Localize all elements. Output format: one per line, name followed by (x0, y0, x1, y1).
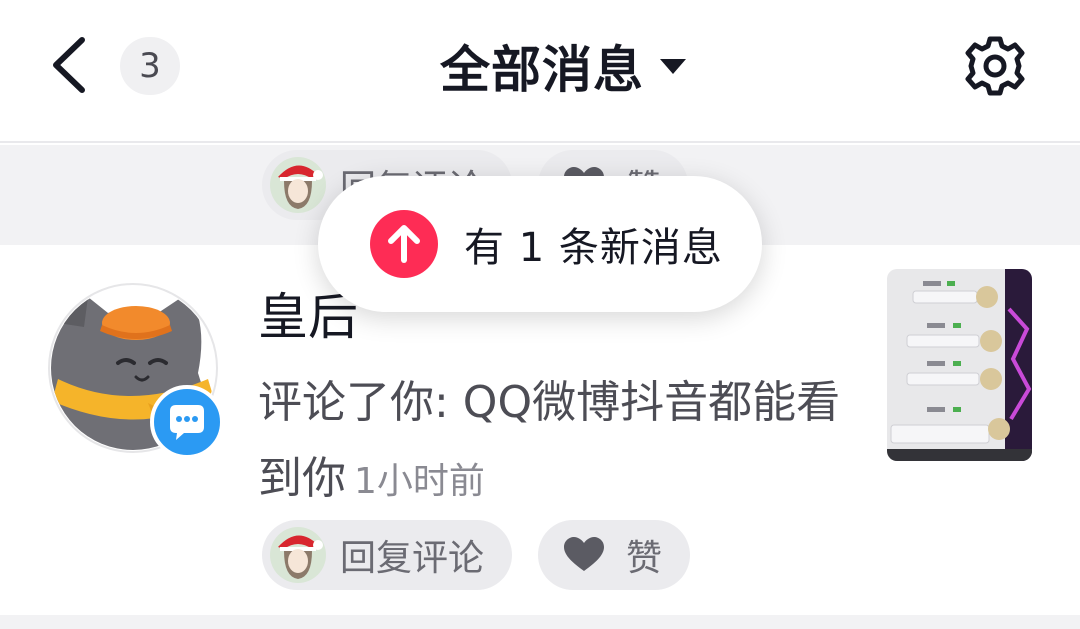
chat-bubble-icon (150, 385, 224, 459)
comment-content: 评论了你: QQ微博抖音都能看到你 (258, 377, 841, 504)
user-avatar-icon (270, 157, 326, 213)
new-message-toast[interactable]: 有 1 条新消息 (318, 176, 762, 312)
message-filter-dropdown[interactable]: 全部消息 (440, 28, 686, 104)
message-page: 3 全部消息 回复评论 (0, 0, 1080, 629)
page-title: 全部消息 (440, 41, 644, 99)
reply-label: 回复评论 (340, 538, 485, 579)
gear-icon (965, 36, 1025, 96)
arrow-up-circle-icon (370, 210, 438, 278)
top-bar: 3 全部消息 (0, 0, 1080, 143)
reply-comment-button[interactable]: 回复评论 (262, 520, 512, 590)
settings-button[interactable] (962, 33, 1028, 99)
heart-icon (564, 537, 604, 571)
like-label: 赞 (626, 538, 663, 579)
divider (0, 615, 1080, 629)
video-thumbnail[interactable] (887, 269, 1032, 461)
avatar[interactable] (48, 283, 224, 459)
back-button[interactable] (40, 30, 100, 100)
chevron-left-icon (53, 37, 85, 93)
user-avatar-icon (270, 527, 326, 583)
caret-down-icon (660, 58, 686, 74)
comment-text[interactable]: 评论了你: QQ微博抖音都能看到你 1小时前 (258, 365, 858, 520)
toast-text: 有 1 条新消息 (464, 225, 723, 271)
chat-screenshot-thumbnail (887, 269, 1032, 461)
timestamp: 1小时前 (354, 461, 485, 502)
like-button[interactable]: 赞 (538, 520, 690, 590)
unread-count-badge: 3 (120, 37, 180, 95)
